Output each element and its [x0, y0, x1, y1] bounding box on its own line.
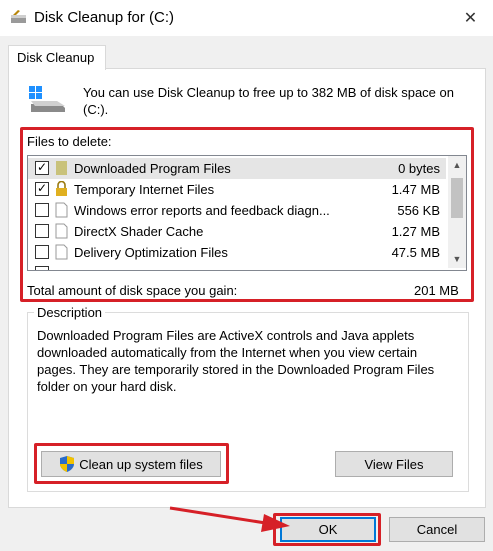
window-title: Disk Cleanup for (C:) — [34, 9, 175, 26]
description-text: Downloaded Program Files are ActiveX con… — [37, 328, 435, 394]
annotation-box-cleanup — [34, 443, 229, 484]
close-icon: ✕ — [463, 10, 478, 27]
cancel-button[interactable]: Cancel — [389, 517, 485, 542]
description-title: Description — [34, 305, 106, 320]
hard-drive-icon — [29, 86, 65, 112]
view-files-label: View Files — [364, 456, 424, 472]
annotation-arrow-icon — [169, 506, 290, 532]
tab-disk-cleanup[interactable]: Disk Cleanup — [8, 45, 106, 70]
cancel-label: Cancel — [416, 522, 458, 537]
view-files-button[interactable]: View Files — [335, 451, 453, 477]
disk-cleanup-icon — [11, 10, 26, 23]
tab-label: Disk Cleanup — [17, 50, 95, 65]
intro-text: You can use Disk Cleanup to free up to 3… — [83, 85, 454, 117]
close-button[interactable]: ✕ — [448, 0, 493, 36]
annotation-box-files — [20, 127, 474, 302]
